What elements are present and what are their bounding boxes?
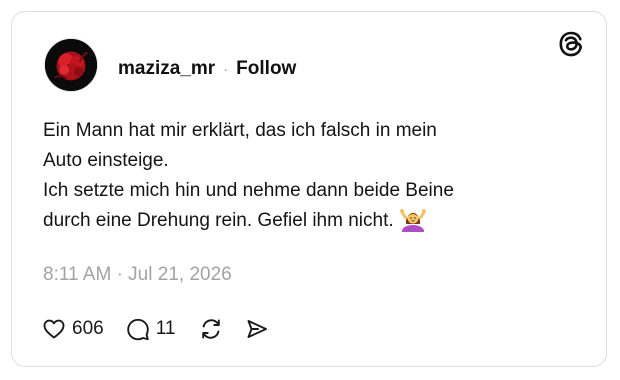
post-header: maziza_mr · Follow bbox=[118, 56, 296, 82]
repost-button[interactable] bbox=[199, 317, 223, 341]
like-count: 606 bbox=[72, 318, 104, 339]
threads-logo-icon[interactable] bbox=[557, 30, 585, 58]
post-text-line: durch eine Drehung rein. Gefiel ihm nich… bbox=[43, 210, 394, 231]
follow-button[interactable]: Follow bbox=[236, 58, 296, 80]
avatar[interactable] bbox=[44, 38, 98, 92]
action-bar: 606 11 bbox=[42, 314, 269, 344]
send-icon bbox=[247, 320, 268, 338]
post-body: Ein Mann hat mir erklärt, das ich falsch… bbox=[43, 116, 563, 236]
repost-icon bbox=[202, 319, 221, 339]
post-text-line: Ich setzte mich hin und nehme dann beide… bbox=[43, 180, 454, 201]
comment-bubble-icon bbox=[126, 318, 149, 341]
threads-post-card: maziza_mr · Follow Ein Mann hat mir erkl… bbox=[11, 11, 607, 367]
like-button[interactable]: 606 bbox=[42, 317, 104, 341]
heart-icon bbox=[43, 319, 65, 339]
post-text-line: Auto einsteige. bbox=[43, 150, 169, 171]
person-shrugging-emoji-icon bbox=[399, 209, 426, 232]
reply-count: 11 bbox=[155, 318, 176, 339]
header-separator: · bbox=[223, 60, 229, 78]
post-timestamp: 8:11 AM · Jul 21, 2026 bbox=[43, 264, 232, 285]
share-button[interactable] bbox=[245, 317, 269, 341]
reply-button[interactable]: 11 bbox=[126, 317, 176, 341]
post-text-line-last: durch eine Drehung rein. Gefiel ihm nich… bbox=[43, 206, 563, 236]
avatar-image bbox=[45, 39, 97, 91]
username[interactable]: maziza_mr bbox=[118, 58, 215, 80]
post-text-line: Ein Mann hat mir erklärt, das ich falsch… bbox=[43, 120, 437, 141]
